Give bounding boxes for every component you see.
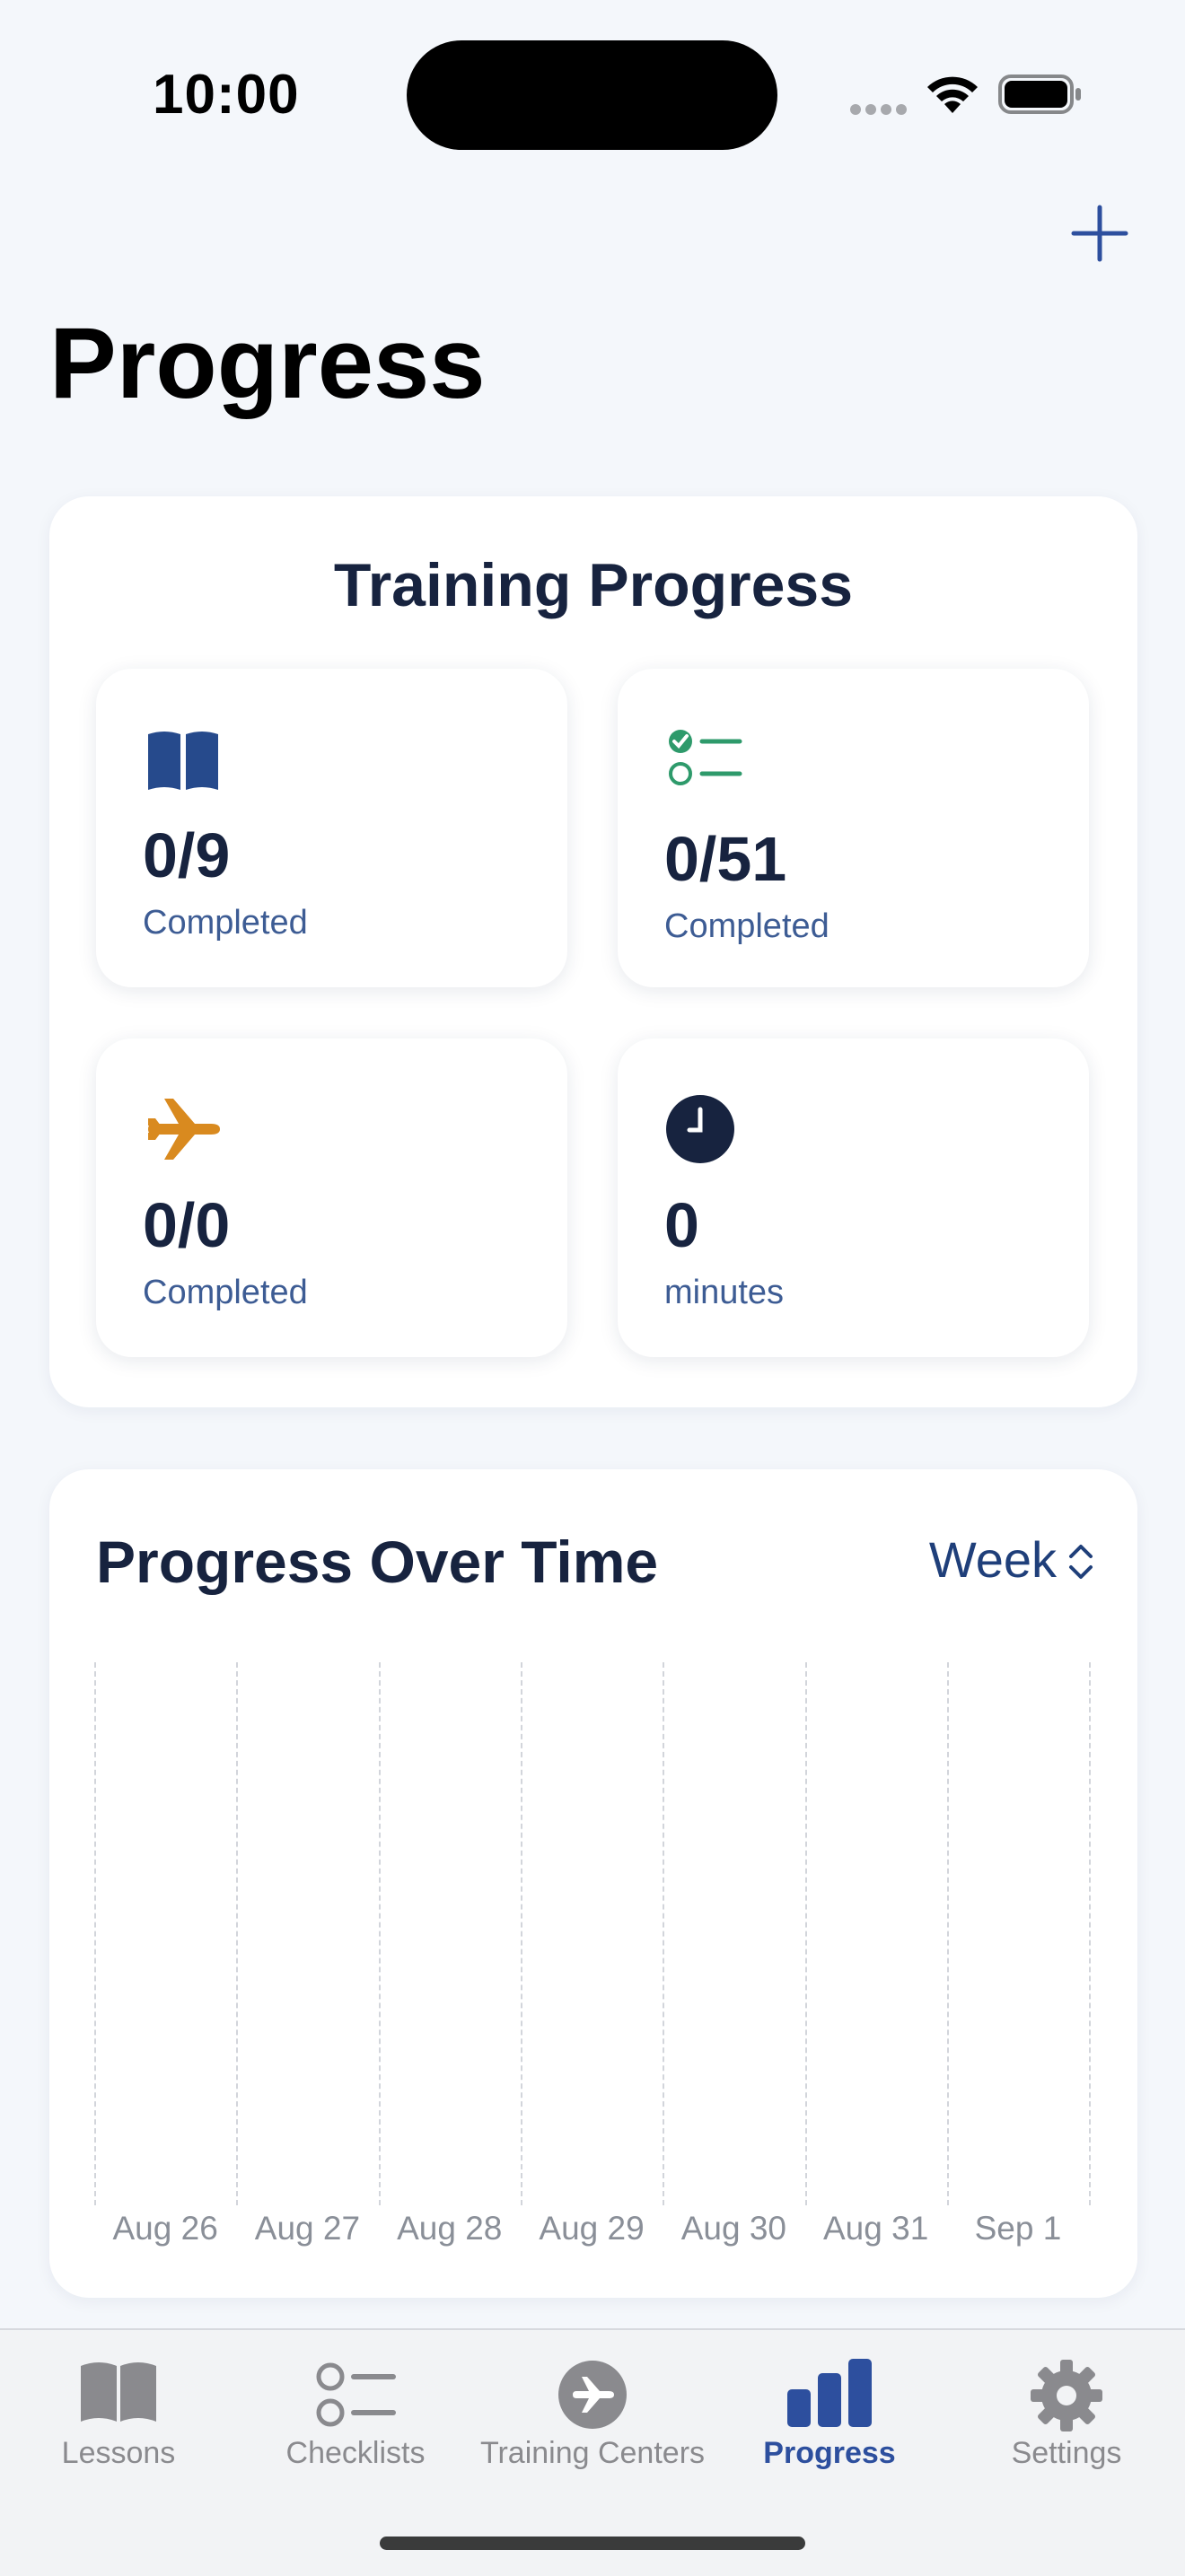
plus-icon[interactable] <box>1068 202 1131 265</box>
battery-icon <box>998 74 1081 114</box>
tab-label: Checklists <box>285 2436 426 2470</box>
stat-flights: 0/0 Completed <box>96 1038 567 1357</box>
dynamic-island <box>407 40 777 150</box>
tab-settings[interactable]: Settings <box>948 2330 1185 2510</box>
stat-time: 0 minutes <box>618 1038 1089 1357</box>
stat-lessons: 0/9 Completed <box>96 669 567 987</box>
gear-icon <box>1031 2360 1102 2431</box>
bar-chart-icon <box>787 2359 872 2427</box>
tab-checklists[interactable]: Checklists <box>237 2330 474 2510</box>
chart-gridline <box>520 1662 522 2205</box>
tab-label: Training Centers <box>479 2436 706 2470</box>
checklist-icon <box>316 2362 396 2427</box>
chart-tick-label: Aug 29 <box>539 2210 645 2247</box>
status-time: 10:00 <box>153 64 300 126</box>
stat-label: Completed <box>143 904 308 942</box>
training-progress-card: Training Progress 0/9 Completed 0/51 Com… <box>49 496 1137 1407</box>
chart-gridline <box>946 1662 949 2205</box>
stat-value: 0/0 <box>143 1190 231 1260</box>
chart-gridline <box>804 1662 807 2205</box>
book-icon <box>148 732 218 790</box>
tab-lessons[interactable]: Lessons <box>0 2330 237 2510</box>
chart-tick-label: Aug 26 <box>112 2210 218 2247</box>
book-icon <box>81 2362 156 2422</box>
wifi-icon <box>927 76 978 113</box>
chart-gridline <box>663 1662 665 2205</box>
chart-title: Progress Over Time <box>96 1529 659 1595</box>
chart-gridline <box>378 1662 381 2205</box>
period-selector[interactable]: Week <box>929 1530 1057 1589</box>
chart-tick-label: Aug 28 <box>397 2210 503 2247</box>
tab-label: Settings <box>1011 2436 1122 2470</box>
airplane-circle-icon <box>558 2361 627 2429</box>
airplane-icon <box>148 1099 220 1160</box>
checklist-icon <box>669 730 742 785</box>
stat-checklists: 0/51 Completed <box>618 669 1089 987</box>
stat-label: Completed <box>143 1274 308 1311</box>
stat-label: minutes <box>664 1274 785 1311</box>
chart-tick-label: Aug 30 <box>680 2210 786 2247</box>
chart-tick-label: Sep 1 <box>974 2210 1062 2247</box>
stat-value: 0 <box>664 1190 699 1260</box>
home-indicator <box>380 2537 805 2550</box>
progress-over-time-card: Progress Over Time Week Aug 26 Aug 27 Aug … <box>49 1469 1137 2298</box>
chart-gridline <box>1089 1662 1092 2205</box>
tab-label: Lessons <box>61 2436 176 2470</box>
chart-tick-label: Aug 27 <box>254 2210 361 2247</box>
chart-gridline <box>236 1662 239 2205</box>
page-title: Progress <box>49 307 486 419</box>
tab-label: Progress <box>763 2436 896 2470</box>
chart-tick-label: Aug 31 <box>823 2210 929 2247</box>
chevron-up-down-icon[interactable] <box>1067 1541 1094 1582</box>
chart-gridline <box>94 1662 96 2205</box>
stat-label: Completed <box>664 907 830 945</box>
tab-training-centers[interactable]: Training Centers <box>474 2330 711 2510</box>
stat-value: 0/51 <box>664 824 787 894</box>
tab-progress[interactable]: Progress <box>711 2330 948 2510</box>
status-bar: 10:00 <box>0 0 1185 180</box>
stat-value: 0/9 <box>143 820 231 890</box>
training-progress-title: Training Progress <box>333 551 854 619</box>
clock-icon <box>666 1095 734 1163</box>
cellular-signal-icon <box>850 104 907 115</box>
